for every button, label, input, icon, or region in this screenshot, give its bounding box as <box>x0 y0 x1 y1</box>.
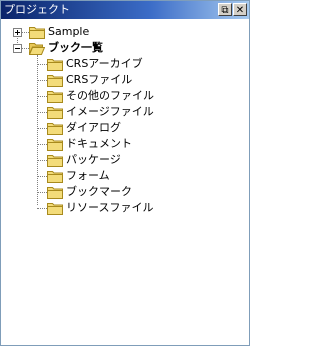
tree-line <box>37 176 47 177</box>
folder-icon <box>47 107 63 119</box>
tree-line <box>21 48 29 49</box>
tree-node-label: その他のファイル <box>66 89 154 102</box>
project-tree[interactable]: Sample ブック一覧 CRSアーカイブ CRSファイル その他のファイル イ… <box>1 19 249 345</box>
folder-icon <box>47 203 63 215</box>
tree-line <box>37 64 47 65</box>
tree-node-label: Sample <box>48 25 90 38</box>
tree-child-line <box>37 55 38 205</box>
tree-line <box>37 80 47 81</box>
tree-node-label: ブックマーク <box>66 185 132 198</box>
tree-line <box>37 128 47 129</box>
tree-node-label: ドキュメント <box>66 137 132 150</box>
folder-icon <box>47 171 63 183</box>
tree-node-label: CRSファイル <box>66 73 133 86</box>
project-panel: プロジェクト ⧉ ✕ Sample ブック一覧 CRSアーカイブ CRSファイル… <box>0 0 250 346</box>
tree-node-label: リソースファイル <box>66 201 154 214</box>
tree-node-label: ブック一覧 <box>48 41 103 54</box>
folder-icon <box>47 155 63 167</box>
tree-line <box>37 208 47 209</box>
folder-icon <box>47 75 63 87</box>
open-folder-icon <box>29 43 45 55</box>
folder-icon <box>47 59 63 71</box>
folder-icon <box>47 91 63 103</box>
folder-icon <box>47 123 63 135</box>
tree-line <box>37 144 47 145</box>
tree-node-label: CRSアーカイブ <box>66 57 143 70</box>
tree-line <box>37 96 47 97</box>
tree-node-label: フォーム <box>66 169 110 182</box>
close-icon[interactable]: ✕ <box>233 3 247 16</box>
tree-line <box>37 160 47 161</box>
tree-line <box>37 192 47 193</box>
folder-icon <box>47 139 63 151</box>
pin-icon[interactable]: ⧉ <box>218 3 232 16</box>
panel-titlebar[interactable]: プロジェクト ⧉ ✕ <box>1 1 249 19</box>
folder-icon <box>29 27 45 39</box>
panel-title: プロジェクト <box>4 3 70 16</box>
folder-icon <box>47 187 63 199</box>
expand-sample-button[interactable] <box>13 28 22 37</box>
tree-node-label: ダイアログ <box>66 121 121 134</box>
tree-line <box>37 112 47 113</box>
collapse-book-list-button[interactable] <box>13 44 22 53</box>
tree-node-label: イメージファイル <box>66 105 154 118</box>
tree-node-label: パッケージ <box>66 153 121 166</box>
tree-line <box>21 32 29 33</box>
